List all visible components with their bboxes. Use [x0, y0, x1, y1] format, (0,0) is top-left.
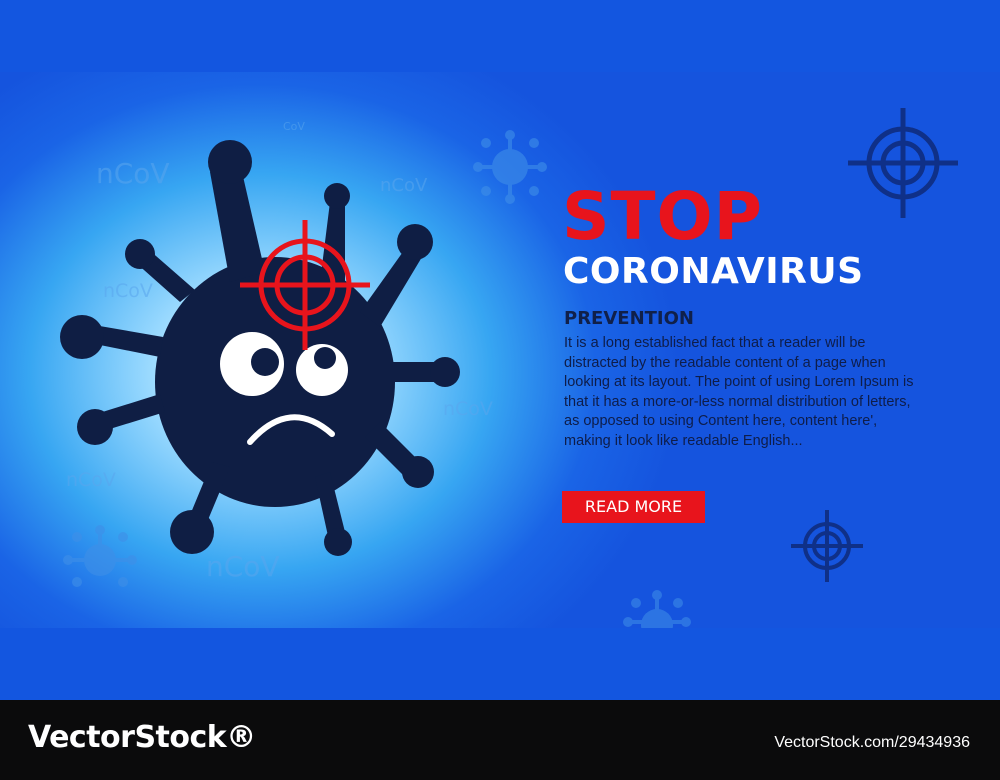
footer-logo: VectorStock® — [28, 720, 256, 755]
hero-banner: nCoV nCoV nCoV nCoV nCoV nCoV CoV STOP C… — [0, 72, 1000, 628]
body-text: It is a long established fact that a rea… — [564, 335, 914, 449]
section-heading: PREVENTION — [564, 308, 694, 329]
footer-bar: VectorStock® VectorStock.com/29434936 — [0, 700, 1000, 780]
virus-character-icon — [60, 140, 460, 556]
crosshair-icon — [848, 108, 958, 218]
title-stop: STOP — [562, 178, 764, 255]
virus-icon — [623, 590, 691, 628]
crosshair-target-icon — [240, 220, 370, 350]
crosshair-icon — [791, 510, 863, 582]
virus-icon — [473, 130, 547, 204]
read-more-button[interactable]: READ MORE — [562, 491, 705, 523]
footer-image-id: VectorStock.com/29434936 — [774, 734, 970, 751]
page: nCoV nCoV nCoV nCoV nCoV nCoV CoV STOP C… — [0, 0, 1000, 780]
title-coronavirus: CORONAVIRUS — [563, 251, 864, 292]
